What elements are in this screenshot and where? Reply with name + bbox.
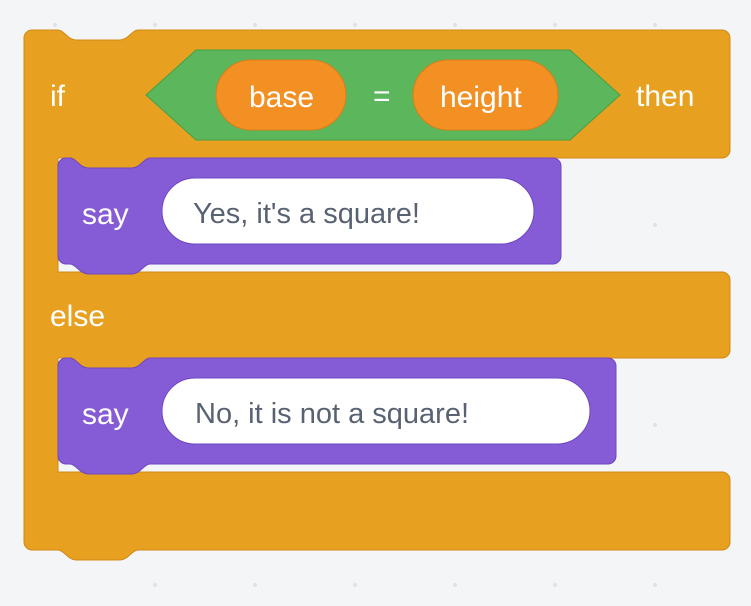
variable-base-label: base [249,81,314,114]
operator-equals: = [373,80,391,113]
say-then-label: say [82,198,129,231]
say-else-label: say [82,398,129,431]
variable-base[interactable]: base [216,60,346,130]
else-label: else [50,300,105,333]
scratch-blocks-diagram: if then else base = height say Yes, it's… [0,0,751,601]
say-block-then[interactable]: say Yes, it's a square! [58,158,561,274]
equals-block[interactable]: base = height [146,50,620,140]
variable-height[interactable]: height [413,60,558,130]
then-label: then [636,80,694,113]
say-then-text: Yes, it's a square! [193,198,420,230]
if-label: if [50,80,66,113]
variable-height-label: height [440,81,522,114]
say-else-text-input[interactable]: No, it is not a square! [162,378,590,444]
say-block-else[interactable]: say No, it is not a square! [58,358,616,474]
say-then-text-input[interactable]: Yes, it's a square! [162,178,534,244]
say-else-text: No, it is not a square! [195,398,469,430]
